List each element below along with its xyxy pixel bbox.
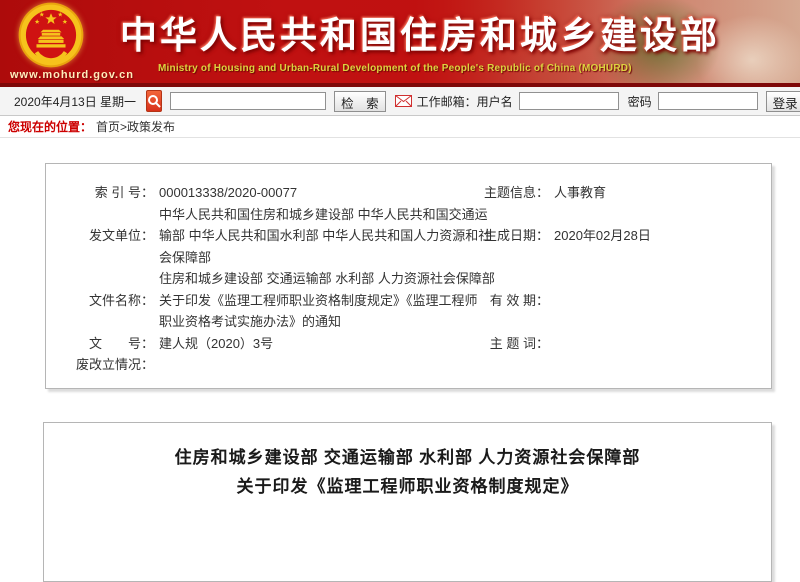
site-subtitle-en: Ministry of Housing and Urban-Rural Deve… — [158, 63, 632, 74]
meta-field-value: 人事教育 — [554, 182, 606, 204]
meta-field-label: 主 题 词： — [471, 333, 549, 355]
meta-field-label — [471, 204, 549, 226]
article-title-line2: 关于印发《监理工程师职业资格制度规定》 — [44, 472, 771, 501]
password-label: 密码 — [628, 93, 652, 110]
meta-row: 住房和城乡建设部 交通运输部 水利部 人力资源社会保障部 — [46, 268, 771, 290]
meta-field-value: 关于印发《监理工程师职业资格制度规定》《监理工程师 — [159, 290, 471, 312]
username-input[interactable] — [519, 92, 619, 110]
meta-field-label: 有 效 期： — [471, 290, 549, 312]
search-submit-button[interactable]: 检 索 — [334, 91, 386, 112]
meta-field-label: 生成日期： — [471, 225, 549, 247]
meta-field-label: 文件名称： — [46, 290, 154, 312]
meta-field-value: 建人规（2020）3号 — [159, 333, 471, 355]
meta-row: 职业资格考试实施办法》的通知 — [46, 311, 771, 333]
meta-field-label — [471, 311, 549, 333]
meta-field-label: 文 号： — [46, 333, 154, 355]
national-emblem-icon — [18, 2, 84, 68]
meta-field-label — [46, 268, 154, 290]
meta-field-value: 会保障部 — [159, 247, 471, 269]
login-button[interactable]: 登录 — [766, 91, 800, 112]
mail-icon — [395, 95, 412, 107]
meta-field-label: 废改立情况： — [46, 354, 154, 376]
password-input[interactable] — [658, 92, 758, 110]
meta-field-label: 发文单位： — [46, 225, 154, 247]
site-url: www.mohurd.gov.cn — [10, 69, 134, 81]
meta-row: 发文单位： 输部 中华人民共和国水利部 中华人民共和国人力资源和社 生成日期： … — [46, 225, 771, 247]
meta-field-label — [471, 247, 549, 269]
meta-row: 废改立情况： — [46, 354, 771, 376]
meta-field-label — [46, 204, 154, 226]
breadcrumb: 您现在的位置： 首页>政策发布 — [0, 116, 800, 138]
meta-field-value: 000013338/2020-00077 — [159, 182, 471, 204]
search-icon-button[interactable] — [146, 90, 162, 112]
article-panel: 住房和城乡建设部 交通运输部 水利部 人力资源社会保障部 关于印发《监理工程师职… — [43, 422, 772, 582]
meta-field-label — [46, 247, 154, 269]
meta-field-label — [46, 311, 154, 333]
meta-field-value: 住房和城乡建设部 交通运输部 水利部 人力资源社会保障部 — [159, 268, 471, 290]
meta-field-value: 输部 中华人民共和国水利部 中华人民共和国人力资源和社 — [159, 225, 471, 247]
search-input[interactable] — [170, 92, 326, 110]
meta-field-label — [471, 268, 549, 290]
breadcrumb-prefix: 您现在的位置： — [8, 118, 92, 135]
meta-field-value: 中华人民共和国住房和城乡建设部 中华人民共和国交通运 — [159, 204, 471, 226]
meta-field-value: 2020年02月28日 — [554, 225, 651, 247]
site-banner: www.mohurd.gov.cn 中华人民共和国住房和城乡建设部 Minist… — [0, 0, 800, 87]
meta-field-value — [159, 354, 471, 376]
meta-field-value: 职业资格考试实施办法》的通知 — [159, 311, 471, 333]
meta-field-label — [471, 354, 549, 376]
meta-row: 索 引 号： 000013338/2020-00077 主题信息： 人事教育 — [46, 182, 771, 204]
document-meta-table: 索 引 号： 000013338/2020-00077 主题信息： 人事教育 中… — [45, 163, 772, 389]
meta-row: 中华人民共和国住房和城乡建设部 中华人民共和国交通运 — [46, 204, 771, 226]
search-icon — [147, 94, 161, 108]
meta-row: 文件名称： 关于印发《监理工程师职业资格制度规定》《监理工程师 有 效 期： — [46, 290, 771, 312]
breadcrumb-path[interactable]: 首页>政策发布 — [96, 118, 175, 135]
mailbox-username-label: 工作邮箱：用户名 — [417, 93, 513, 110]
date-text: 2020年4月13日 星期一 — [14, 93, 136, 110]
article-title-line1: 住房和城乡建设部 交通运输部 水利部 人力资源社会保障部 — [44, 443, 771, 472]
meta-row: 文 号： 建人规（2020）3号 主 题 词： — [46, 333, 771, 355]
site-title: 中华人民共和国住房和城乡建设部 — [120, 5, 720, 59]
meta-field-label: 主题信息： — [471, 182, 549, 204]
meta-field-label: 索 引 号： — [46, 182, 154, 204]
toolbar: 2020年4月13日 星期一 检 索 工作邮箱：用户名 密码 登录 设为首页 — [0, 87, 800, 116]
meta-row: 会保障部 — [46, 247, 771, 269]
